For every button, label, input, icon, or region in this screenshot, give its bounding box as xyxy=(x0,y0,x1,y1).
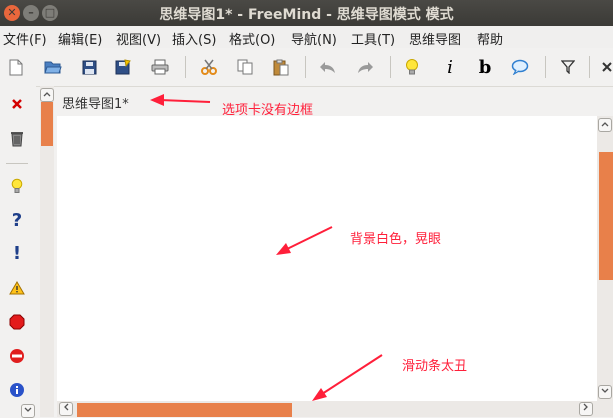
printer-icon xyxy=(151,59,169,75)
left-vertical-scrollbar[interactable] xyxy=(40,86,54,417)
scissors-icon xyxy=(201,59,217,75)
canvas-scroll-left-button[interactable] xyxy=(59,402,73,416)
save-as-button[interactable] xyxy=(113,57,133,77)
stop-sign-icon xyxy=(9,314,25,330)
canvas-horizontal-scrollbar[interactable] xyxy=(57,401,597,417)
idea-icon-button[interactable] xyxy=(7,176,27,196)
menu-mindmaps[interactable]: 思维导图 xyxy=(409,29,461,48)
toolbar-separator xyxy=(545,56,546,78)
new-file-icon xyxy=(9,59,23,75)
paste-button[interactable] xyxy=(271,57,291,77)
left-scroll-up-button[interactable] xyxy=(40,88,54,102)
chevron-right-icon xyxy=(583,403,588,411)
folder-open-icon xyxy=(44,61,62,73)
warning-icon-button[interactable] xyxy=(7,278,27,298)
chevron-left-icon xyxy=(64,403,69,411)
menu-edit[interactable]: 编辑(E) xyxy=(58,29,102,48)
window-titlebar: ✕ – □ 思维导图1* - FreeMind - 思维导图模式 模式 xyxy=(0,0,613,26)
open-file-button[interactable] xyxy=(43,57,63,77)
menu-insert[interactable]: 插入(S) xyxy=(172,29,216,48)
icon-toolbar: ? ! xyxy=(0,86,36,418)
bold-button[interactable]: b xyxy=(475,57,495,78)
cloud-button[interactable] xyxy=(510,57,530,77)
toolbar-separator xyxy=(185,56,186,78)
icon-toolbar-scroll-down[interactable] xyxy=(21,404,35,418)
annotation-tab-note: 选项卡没有边框 xyxy=(222,103,314,118)
remove-filter-button[interactable] xyxy=(597,57,613,77)
close-icon xyxy=(602,62,612,72)
canvas-vertical-scrollbar[interactable] xyxy=(597,116,613,401)
floppy-disk-icon xyxy=(82,60,96,74)
chevron-down-icon xyxy=(601,388,609,393)
canvas-vertical-scroll-thumb[interactable] xyxy=(599,152,613,280)
speech-bubble-icon xyxy=(511,59,529,75)
no-entry-icon-button[interactable] xyxy=(7,346,27,366)
scrollbar-corner xyxy=(597,401,613,417)
redo-icon xyxy=(358,62,373,73)
cut-button[interactable] xyxy=(199,57,219,77)
trash-icon xyxy=(11,131,23,146)
main-toolbar: i b xyxy=(0,48,613,87)
info-icon xyxy=(10,383,24,397)
toolbar-separator xyxy=(305,56,306,78)
window-title: 思维导图1* - FreeMind - 思维导图模式 模式 xyxy=(159,7,454,23)
tab-note-arrow xyxy=(150,94,211,106)
red-x-icon xyxy=(12,99,22,109)
canvas-scroll-right-button[interactable] xyxy=(579,402,593,416)
idea-button[interactable] xyxy=(402,57,422,77)
lightbulb-icon xyxy=(406,59,418,75)
toolbar-separator xyxy=(390,56,391,78)
left-scroll-thumb[interactable] xyxy=(41,102,53,146)
question-icon-button[interactable]: ? xyxy=(7,210,27,231)
annotation-scroll-note: 滑动条太丑 xyxy=(402,359,468,374)
copy-button[interactable] xyxy=(235,57,255,77)
toolbar-separator xyxy=(589,56,590,78)
save-button[interactable] xyxy=(79,57,99,77)
info-icon-button[interactable] xyxy=(7,380,27,400)
chevron-down-icon xyxy=(24,407,32,412)
menubar: 文件(F) 编辑(E) 视图(V) 插入(S) 格式(O) 导航(N) 工具(T… xyxy=(0,26,613,48)
save-as-icon xyxy=(115,59,131,75)
canvas-scroll-up-button[interactable] xyxy=(598,118,612,132)
undo-button[interactable] xyxy=(318,57,338,77)
mind-map-canvas[interactable] xyxy=(57,116,597,401)
warning-icon xyxy=(9,281,25,295)
chevron-up-icon xyxy=(601,122,609,127)
lightbulb-icon xyxy=(11,178,23,193)
remove-all-icons-button[interactable] xyxy=(7,128,27,148)
menu-help[interactable]: 帮助 xyxy=(477,29,503,48)
remove-icon-button[interactable] xyxy=(7,94,27,114)
redo-button[interactable] xyxy=(355,57,375,77)
new-file-button[interactable] xyxy=(6,57,26,77)
exclamation-icon-button[interactable]: ! xyxy=(7,243,27,264)
no-entry-icon xyxy=(10,349,24,363)
italic-button[interactable]: i xyxy=(440,57,460,78)
stop-icon-button[interactable] xyxy=(7,312,27,332)
paste-icon xyxy=(273,59,289,75)
menu-tools[interactable]: 工具(T) xyxy=(351,29,395,48)
icon-toolbar-separator xyxy=(6,163,28,164)
copy-icon xyxy=(237,59,253,75)
print-button[interactable] xyxy=(150,57,170,77)
undo-icon xyxy=(320,62,335,73)
filter-button[interactable] xyxy=(558,57,578,77)
canvas-horizontal-scroll-thumb[interactable] xyxy=(77,403,292,417)
annotation-bg-note: 背景白色，晃眼 xyxy=(350,232,442,247)
menu-file[interactable]: 文件(F) xyxy=(3,29,47,48)
menu-navigate[interactable]: 导航(N) xyxy=(291,29,337,48)
filter-icon xyxy=(561,60,575,74)
chevron-up-icon xyxy=(43,92,51,97)
menu-format[interactable]: 格式(O) xyxy=(229,29,275,48)
map-tab[interactable]: 思维导图1* xyxy=(62,93,129,112)
menu-view[interactable]: 视图(V) xyxy=(116,29,161,48)
canvas-scroll-down-button[interactable] xyxy=(598,385,612,399)
